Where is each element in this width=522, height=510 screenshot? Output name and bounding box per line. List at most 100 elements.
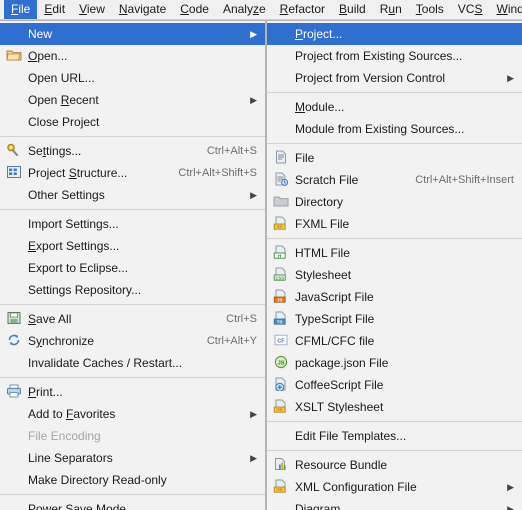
menu-item-stylesheet[interactable]: CSS Stylesheet [267,264,522,286]
menu-separator [0,377,265,378]
menu-separator [0,494,265,495]
no-icon [6,260,24,276]
menu-item-package-json-file[interactable]: JS package.json File [267,352,522,374]
menu-item-edit-file-templates[interactable]: Edit File Templates... [267,425,522,447]
menu-item-label: Project from Existing Sources... [295,49,463,63]
menu-item-shortcut: Ctrl+Alt+Y [206,335,257,347]
menu-item-cfml-cfc-file[interactable]: CF CFML/CFC file [267,330,522,352]
menu-item-other-settings[interactable]: Other Settings ▶ [0,184,265,206]
menu-item-export-to-eclipse[interactable]: Export to Eclipse... [0,257,265,279]
no-icon [6,472,24,488]
menu-item-project-from-existing-sources[interactable]: Project from Existing Sources... [267,45,522,67]
menu-item-line-separators[interactable]: Line Separators ▶ [0,447,265,469]
menu-item-module[interactable]: Module... [267,96,522,118]
no-icon [6,92,24,108]
menu-item-typescript-file[interactable]: TS TypeScript File [267,308,522,330]
menubar-item-vcs[interactable]: VCS [451,0,490,19]
xslt-file-icon: <> [273,399,291,415]
menu-item-export-settings[interactable]: Export Settings... [0,235,265,257]
menu-item-add-to-favorites[interactable]: Add to Favorites ▶ [0,403,265,425]
menubar-item-build[interactable]: Build [332,0,373,19]
menubar-item-label: Build [339,2,366,16]
menu-item-xslt-stylesheet[interactable]: <> XSLT Stylesheet [267,396,522,418]
menu-item-coffeescript-file[interactable]: CoffeeScript File [267,374,522,396]
no-icon [6,282,24,298]
menu-item-project-from-version-control[interactable]: Project from Version Control ▶ [267,67,522,89]
menubar-item-label: VCS [457,2,483,16]
submenu-arrow-icon: ▶ [250,409,257,419]
menubar-item-label: Navigate [118,2,167,16]
menu-item-new[interactable]: New ▶ [0,23,265,45]
menu-item-synchronize[interactable]: Synchronize Ctrl+Alt+Y [0,330,265,352]
menubar-item-label: Wind [496,2,522,16]
menu-item-project-structure[interactable]: Project Structure... Ctrl+Alt+Shift+S [0,162,265,184]
menu-item-label: Edit File Templates... [295,429,407,443]
svg-text:<>: <> [277,224,283,229]
menu-item-javascript-file[interactable]: JS JavaScript File [267,286,522,308]
menu-item-html-file[interactable]: H HTML File [267,242,522,264]
menu-separator [0,209,265,210]
menu-item-shortcut: Ctrl+Alt+Shift+S [178,167,257,179]
menu-item-label: FXML File [295,217,350,231]
menu-item-label: package.json File [295,356,389,370]
menubar-item-edit[interactable]: Edit [37,0,72,19]
no-icon [6,114,24,130]
menu-item-label: Scratch File [295,173,359,187]
menubar-item-navigate[interactable]: Navigate [112,0,173,19]
scratch-file-icon [273,172,291,188]
html-file-icon: H [273,245,291,261]
menu-separator [267,450,522,451]
menu-item-diagram[interactable]: Diagram ▶ [267,498,522,510]
menu-item-resource-bundle[interactable]: Resource Bundle [267,454,522,476]
npm-package-icon: JS [273,355,291,371]
menu-item-scratch-file[interactable]: Scratch File Ctrl+Alt+Shift+Insert [267,169,522,191]
menu-item-open[interactable]: Open... [0,45,265,67]
no-icon [6,501,24,510]
menu-item-label: Invalidate Caches / Restart... [28,356,183,370]
menubar-item-code[interactable]: Code [173,0,216,19]
menubar-item-wind[interactable]: Wind [489,0,522,19]
menu-item-label: Add to Favorites [28,407,116,421]
no-icon [273,26,291,42]
menu-item-label: Directory [295,195,344,209]
menu-item-label: Project from Version Control [295,71,446,85]
menu-item-make-directory-read-only[interactable]: Make Directory Read-only [0,469,265,491]
menu-item-close-project[interactable]: Close Project [0,111,265,133]
menubar-item-analyze[interactable]: Analyze [216,0,273,19]
menu-item-file[interactable]: File [267,147,522,169]
menu-item-label: JavaScript File [295,290,374,304]
menu-item-print[interactable]: Print... [0,381,265,403]
menu-item-power-save-mode[interactable]: Power Save Mode [0,498,265,510]
svg-text:TS: TS [277,319,283,324]
menu-item-module-from-existing-sources[interactable]: Module from Existing Sources... [267,118,522,140]
menu-item-label: Open Recent [28,93,99,107]
menu-item-label: Open URL... [28,71,95,85]
no-icon [6,216,24,232]
menu-item-fxml-file[interactable]: <> FXML File [267,213,522,235]
menubar-item-view[interactable]: View [72,0,112,19]
menu-item-import-settings[interactable]: Import Settings... [0,213,265,235]
menu-item-directory[interactable]: Directory [267,191,522,213]
svg-text:CSS: CSS [275,275,284,280]
menu-item-settings-repository[interactable]: Settings Repository... [0,279,265,301]
menubar-item-tools[interactable]: Tools [409,0,451,19]
menu-item-label: HTML File [295,246,350,260]
menubar-item-file[interactable]: File [4,0,38,19]
menu-item-label: Open... [28,49,68,63]
menu-item-label: XML Configuration File [295,480,417,494]
menu-item-open-recent[interactable]: Open Recent ▶ [0,89,265,111]
menubar-item-run[interactable]: Run [373,0,409,19]
menu-separator [0,304,265,305]
menubar-item-refactor[interactable]: Refactor [273,0,332,19]
menubar-item-label: Code [180,2,209,16]
menu-item-settings[interactable]: Settings... Ctrl+Alt+S [0,140,265,162]
menu-item-project[interactable]: Project... [267,23,522,45]
project-structure-icon [6,165,24,181]
menu-item-invalidate-caches-restart[interactable]: Invalidate Caches / Restart... [0,352,265,374]
submenu-arrow-icon: ▶ [250,453,257,463]
menu-item-open-url[interactable]: Open URL... [0,67,265,89]
menu-item-label: File Encoding [28,429,101,443]
menu-item-label: New [28,27,53,41]
menu-item-save-all[interactable]: Save All Ctrl+S [0,308,265,330]
menu-item-xml-configuration-file[interactable]: <> XML Configuration File ▶ [267,476,522,498]
